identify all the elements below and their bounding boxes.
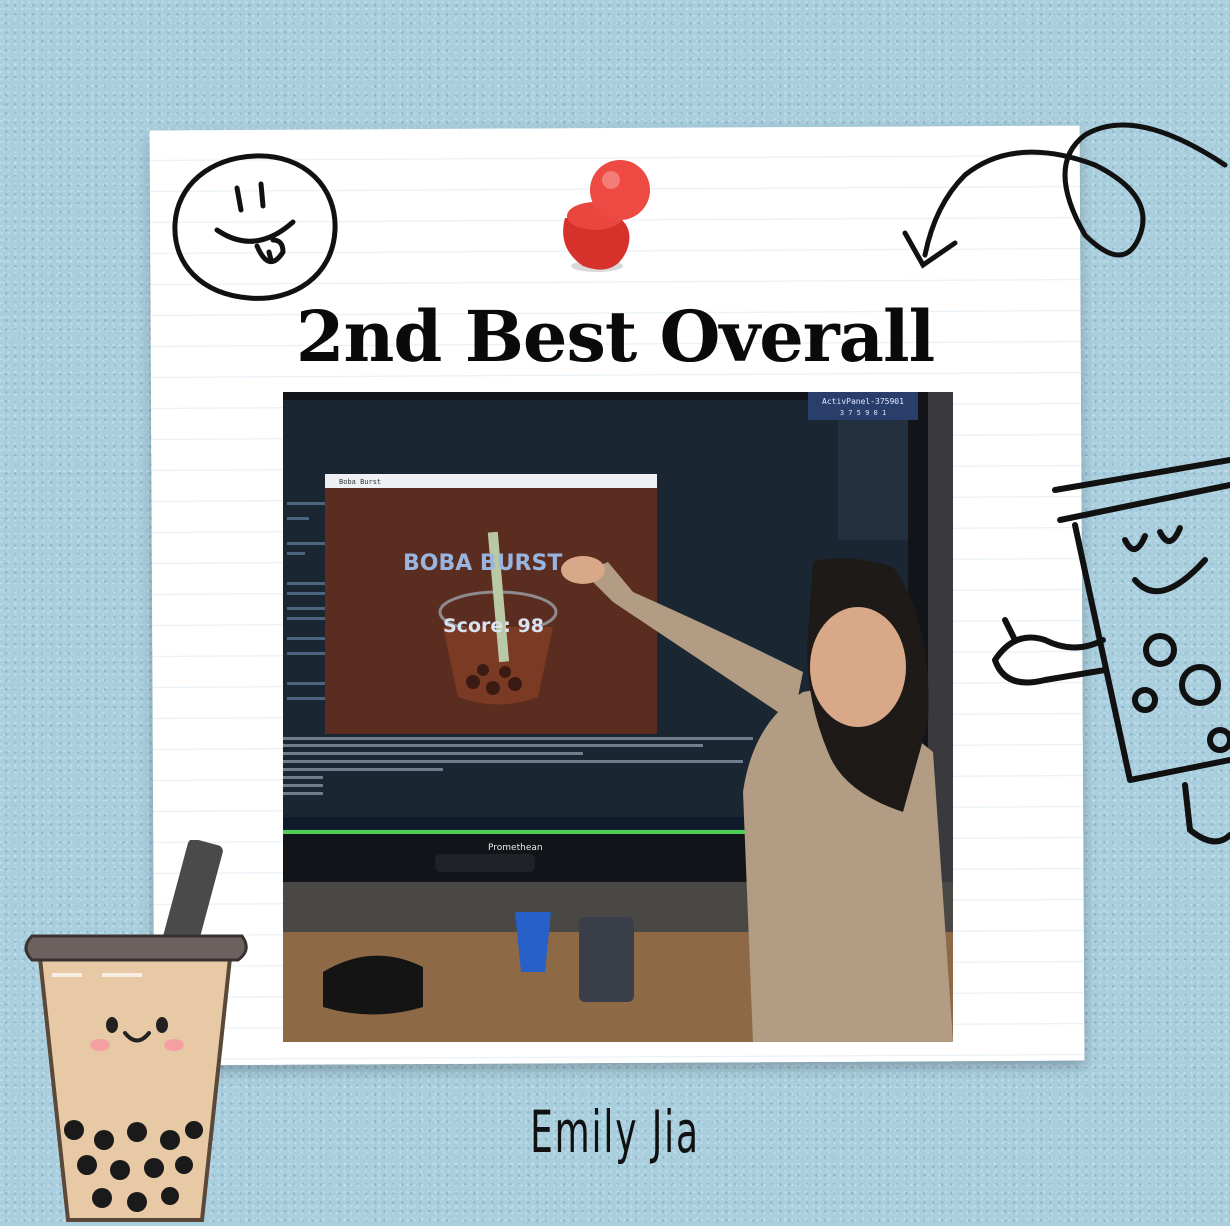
boba-tea-icon <box>24 840 248 1222</box>
game-heading: BOBA BURST <box>403 551 562 576</box>
panel-label: ActivPanel-375901 <box>822 397 904 406</box>
game-score: Score: 98 <box>443 615 544 637</box>
display-brand: Promethean <box>488 843 543 853</box>
award-photo: ActivPanel-375901 3 7 5 9 0 1 Boba Burst… <box>283 392 953 1042</box>
panel-code: 3 7 5 9 0 1 <box>840 409 886 417</box>
game-window-title: Boba Burst <box>339 478 381 486</box>
push-pin-icon <box>563 160 650 272</box>
award-title: 2nd Best Overall <box>295 295 935 378</box>
curly-arrow-icon <box>902 122 1228 269</box>
boba-doodle-icon <box>992 457 1230 845</box>
photo-scene: ActivPanel-375901 3 7 5 9 0 1 Boba Burst… <box>283 392 953 1042</box>
winner-name: Emily Jia <box>530 1098 700 1166</box>
smiley-face-icon <box>172 153 338 301</box>
